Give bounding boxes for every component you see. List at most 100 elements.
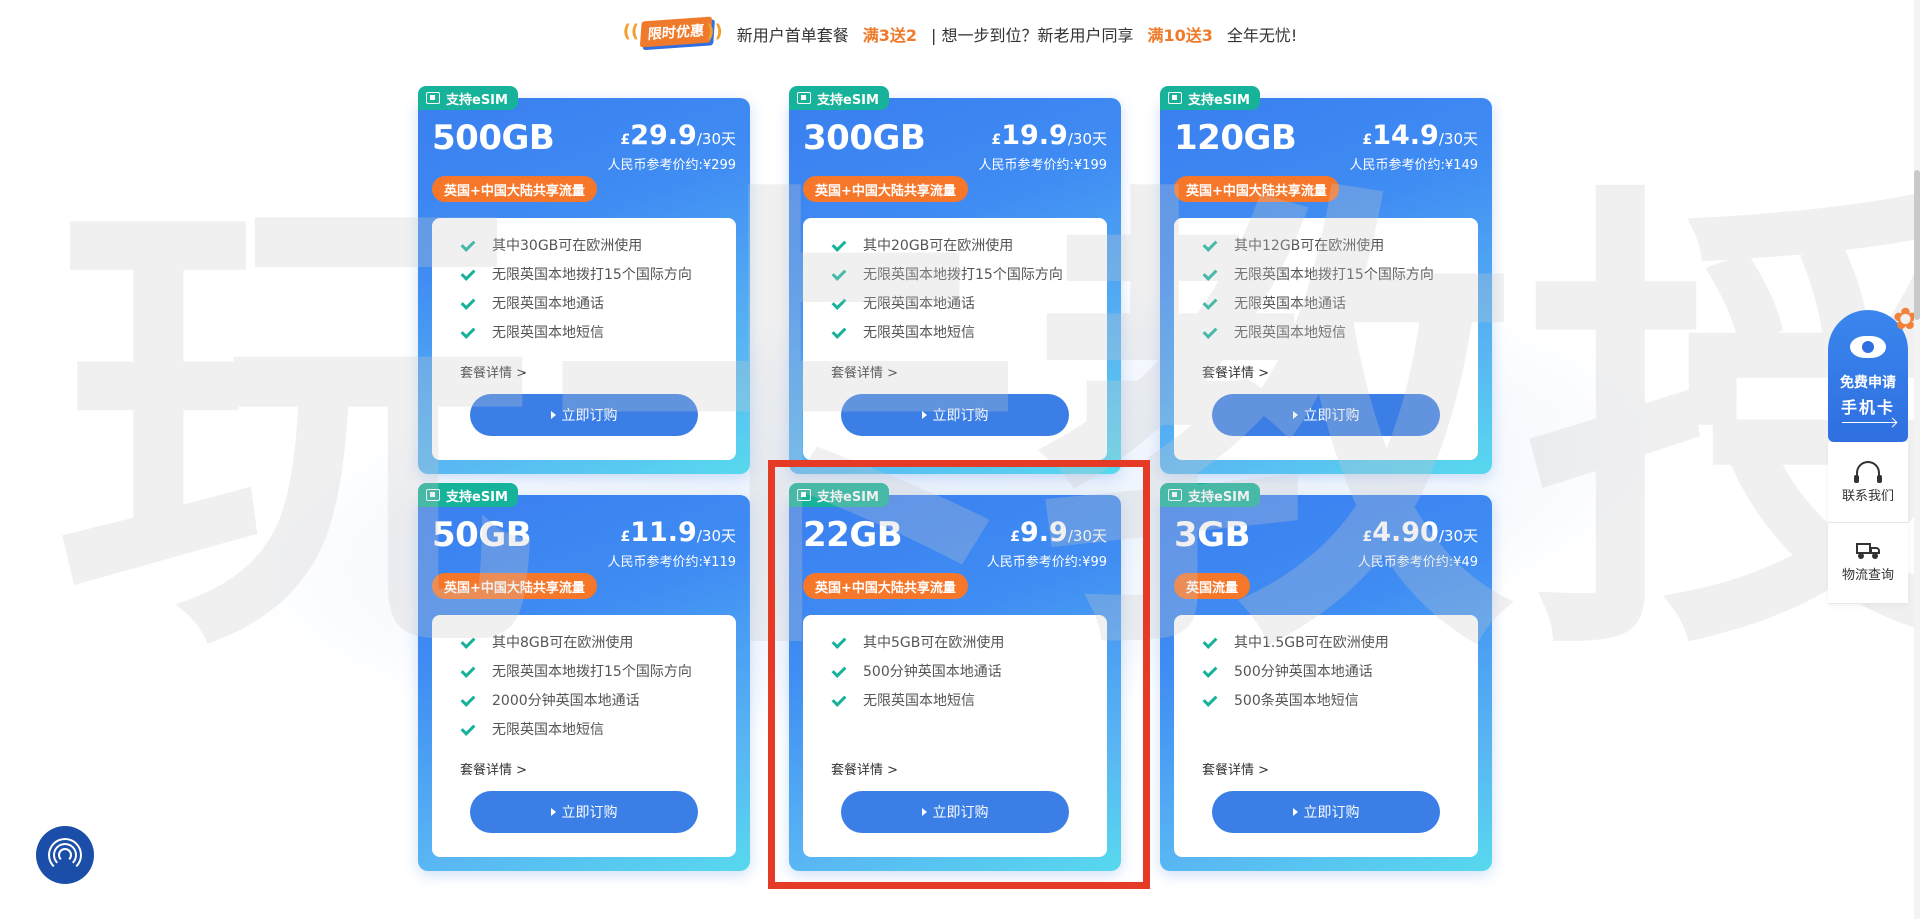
- esim-chip-icon: [797, 92, 811, 104]
- price-period: /30天: [696, 130, 736, 148]
- feature-text: 其中5GB可在欧洲使用: [863, 634, 1005, 651]
- check-icon: [460, 722, 482, 736]
- plan-detail-panel: 其中8GB可在欧洲使用 无限英国本地拨打15个国际方向 2000分钟英国本地通话 无限…: [432, 615, 736, 857]
- feature-item: 其中8GB可在欧洲使用: [460, 627, 692, 656]
- rmb-reference-price: 人民币参考价约:¥119: [607, 555, 736, 570]
- check-icon: [460, 325, 482, 339]
- price-currency: £: [1362, 529, 1373, 545]
- esim-tag: 支持eSIM: [789, 86, 889, 110]
- coverage-badge: 英国+中国大陆共享流量: [432, 176, 597, 202]
- feature-item: 无限英国本地拨打15个国际方向: [831, 259, 1063, 288]
- plan-details-link[interactable]: 套餐详情 >: [1202, 759, 1269, 778]
- promo-badge: (( 限时优惠 )): [623, 13, 723, 55]
- play-triangle-icon: [550, 411, 556, 419]
- check-icon: [460, 693, 482, 707]
- buy-now-label: 立即订购: [1303, 804, 1360, 820]
- apply-line1: 免费申请: [1840, 375, 1896, 391]
- price-period: /30天: [1067, 527, 1107, 545]
- feature-text: 其中1.5GB可在欧洲使用: [1234, 634, 1389, 651]
- feature-item: 无限英国本地短信: [831, 317, 1063, 346]
- feature-item: 无限英国本地短信: [1202, 317, 1434, 346]
- scrollbar-track[interactable]: [1914, 0, 1920, 919]
- feature-text: 无限英国本地短信: [1234, 324, 1346, 341]
- price: £4.90/30天: [1362, 517, 1478, 548]
- feature-text: 无限英国本地短信: [492, 721, 604, 738]
- check-icon: [1202, 267, 1224, 281]
- buy-now-button[interactable]: 立即订购: [470, 394, 698, 436]
- esim-tag-label: 支持eSIM: [1188, 92, 1250, 108]
- free-sim-apply-button[interactable]: ✿ 免费申请 手机卡: [1828, 302, 1918, 442]
- check-icon: [831, 238, 853, 252]
- buy-now-button[interactable]: 立即订购: [470, 791, 698, 833]
- play-triangle-icon: [1292, 411, 1298, 419]
- feature-text: 无限英国本地短信: [863, 692, 975, 709]
- feature-text: 无限英国本地通话: [863, 295, 975, 312]
- feature-item: 500条英国本地短信: [1202, 685, 1389, 714]
- feature-text: 其中8GB可在欧洲使用: [492, 634, 634, 651]
- plan-detail-panel: 其中1.5GB可在欧洲使用 500分钟英国本地通话 500条英国本地短信 套餐详情 …: [1174, 615, 1478, 857]
- price-value: 14.9: [1372, 120, 1439, 151]
- check-icon: [831, 267, 853, 281]
- plan-details-link[interactable]: 套餐详情 >: [460, 759, 527, 778]
- rmb-reference-price: 人民币参考价约:¥149: [1349, 158, 1478, 173]
- check-icon: [831, 635, 853, 649]
- plan-details-link[interactable]: 套餐详情 >: [831, 362, 898, 381]
- promo-text-b: | 想一步到位？新老用户同享: [930, 26, 1134, 45]
- price-value: 19.9: [1001, 120, 1068, 151]
- feature-text: 无限英国本地通话: [492, 295, 604, 312]
- data-amount: 50GB: [432, 515, 532, 555]
- scrollbar-thumb[interactable]: [1914, 170, 1920, 320]
- feature-list: 其中30GB可在欧洲使用 无限英国本地拨打15个国际方向 无限英国本地通话 无限英国本…: [460, 230, 692, 346]
- feature-item: 其中30GB可在欧洲使用: [460, 230, 692, 259]
- feature-text: 无限英国本地短信: [863, 324, 975, 341]
- feature-item: 其中1.5GB可在欧洲使用: [1202, 627, 1389, 656]
- price: £11.9/30天: [620, 517, 736, 548]
- plan-details-link[interactable]: 套餐详情 >: [460, 362, 527, 381]
- feature-text: 其中20GB可在欧洲使用: [863, 237, 1014, 254]
- feature-text: 500分钟英国本地通话: [863, 663, 1002, 680]
- promo-text-a: 新用户首单套餐: [736, 26, 849, 45]
- side-widget: ✿ 免费申请 手机卡 联系我们 物流查询: [1828, 302, 1920, 604]
- rmb-reference-price: 人民币参考价约:¥49: [1357, 555, 1478, 570]
- feature-list: 其中8GB可在欧洲使用 无限英国本地拨打15个国际方向 2000分钟英国本地通话 无限…: [460, 627, 692, 743]
- eye-icon: [1850, 336, 1886, 358]
- feature-item: 无限英国本地拨打15个国际方向: [460, 259, 692, 288]
- contact-us-button[interactable]: 联系我们: [1828, 442, 1908, 523]
- price-currency: £: [1010, 529, 1020, 545]
- buy-now-button[interactable]: 立即订购: [841, 394, 1069, 436]
- check-icon: [1202, 635, 1224, 649]
- plan-details-link[interactable]: 套餐详情 >: [831, 759, 898, 778]
- buy-now-label: 立即订购: [561, 407, 618, 423]
- promo-wave-left-icon: ((: [622, 21, 640, 42]
- feature-text: 无限英国本地拨打15个国际方向: [492, 266, 692, 283]
- coverage-badge: 英国+中国大陆共享流量: [803, 573, 968, 599]
- logistics-button[interactable]: 物流查询: [1828, 523, 1908, 604]
- data-amount: 22GB: [803, 515, 903, 555]
- price: £29.9/30天: [620, 120, 736, 151]
- esim-chip-icon: [426, 92, 440, 104]
- fingerprint-icon[interactable]: [36, 826, 94, 884]
- esim-tag-label: 支持eSIM: [817, 489, 879, 505]
- plan-card-120gb: 支持eSIM 120GB £14.9/30天 人民币参考价约:¥149 英国+中…: [1160, 86, 1492, 474]
- headset-icon: [1854, 460, 1882, 483]
- feature-text: 无限英国本地拨打15个国际方向: [863, 266, 1063, 283]
- logistics-label: 物流查询: [1841, 568, 1894, 583]
- buy-now-button[interactable]: 立即订购: [1212, 394, 1440, 436]
- buy-now-button[interactable]: 立即订购: [1212, 791, 1440, 833]
- plan-details-link[interactable]: 套餐详情 >: [1202, 362, 1269, 381]
- feature-item: 无限英国本地通话: [460, 288, 692, 317]
- price: £9.9/30天: [1010, 517, 1107, 548]
- feature-item: 500分钟英国本地通话: [831, 656, 1004, 685]
- check-icon: [460, 296, 482, 310]
- buy-now-button[interactable]: 立即订购: [841, 791, 1069, 833]
- esim-chip-icon: [797, 489, 811, 501]
- esim-tag-label: 支持eSIM: [446, 92, 508, 108]
- check-icon: [1202, 238, 1224, 252]
- buy-now-label: 立即订购: [932, 804, 989, 820]
- coverage-badge: 英国+中国大陆共享流量: [1174, 176, 1339, 202]
- feature-item: 其中5GB可在欧洲使用: [831, 627, 1004, 656]
- plan-card-300gb: 支持eSIM 300GB £19.9/30天 人民币参考价约:¥199 英国+中…: [789, 86, 1121, 474]
- feature-item: 无限英国本地短信: [831, 685, 1004, 714]
- play-triangle-icon: [1292, 808, 1298, 816]
- promo-highlight-a: 满3送2: [862, 26, 917, 45]
